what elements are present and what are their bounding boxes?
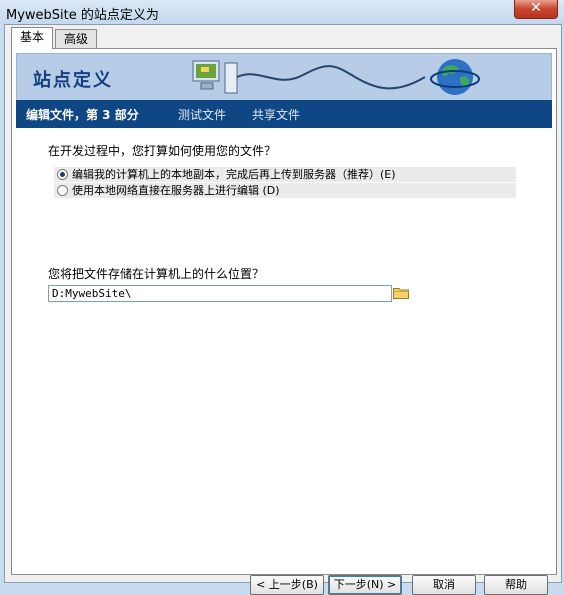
back-button[interactable]: < 上一步(B): [250, 575, 324, 595]
title-bar: MywebSite 的站点定义为 ✕: [0, 0, 564, 24]
banner-title: 站点定义: [33, 70, 113, 91]
help-button[interactable]: 帮助: [484, 575, 548, 595]
step-edit-files: 编辑文件，第 3 部分: [26, 108, 139, 122]
wizard-banner: 站点定义: [16, 53, 552, 101]
option-edit-local-label: 编辑我的计算机上的本地副本，完成后再上传到服务器（推荐）(E): [72, 168, 396, 181]
wizard-steps: 编辑文件，第 3 部分 测试文件 共享文件: [16, 100, 552, 128]
question-location-label: 您将把文件存储在计算机上的什么位置？: [48, 267, 265, 281]
radio-edit-local[interactable]: [57, 169, 68, 180]
globe-icon: [430, 59, 480, 95]
step-share-files: 共享文件: [252, 108, 301, 122]
tab-advanced[interactable]: 高级: [55, 29, 98, 49]
radio-edit-on-server[interactable]: [57, 185, 68, 196]
close-button[interactable]: ✕: [514, 0, 558, 19]
step-test-files: 测试文件: [178, 108, 227, 122]
tab-basic[interactable]: 基本: [11, 27, 54, 49]
folder-icon[interactable]: [393, 286, 409, 299]
local-folder-field[interactable]: D:MywebSite\: [48, 285, 392, 302]
tab-panel: 站点定义 编辑文件，第 3 部分 测试文件 共享文件 在开发过程中，您打算如何使…: [11, 48, 557, 595]
question-usage-label: 在开发过程中，您打算如何使用您的文件？: [48, 144, 277, 158]
cancel-button[interactable]: 取消: [412, 575, 476, 595]
next-button[interactable]: 下一步(N) >: [328, 575, 402, 595]
window-title: MywebSite 的站点定义为: [6, 8, 159, 23]
dialog-body: 基本 高级 站点定义 编辑文件，第 3 部分 测试文件 共享文件 在开发过程中，…: [4, 24, 562, 595]
option-edit-on-server-label: 使用本地网络直接在服务器上进行编辑 (D): [72, 184, 280, 197]
option-edit-on-server[interactable]: 使用本地网络直接在服务器上进行编辑 (D): [54, 183, 516, 198]
option-edit-local[interactable]: 编辑我的计算机上的本地副本，完成后再上传到服务器（推荐）(E): [54, 167, 516, 182]
